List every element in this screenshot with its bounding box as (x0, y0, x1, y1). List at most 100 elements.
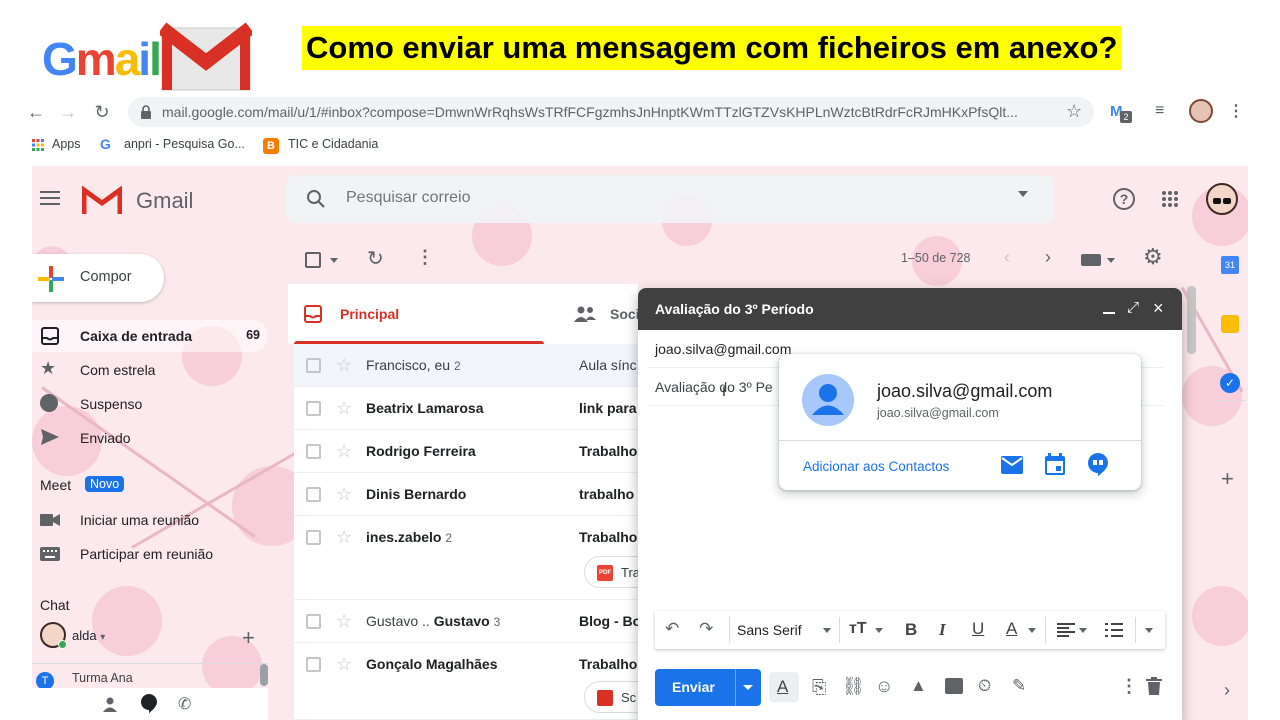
star-icon[interactable]: ☆ (336, 484, 352, 505)
attach-file-icon[interactable]: ⎘ (812, 677, 826, 698)
nav-sent[interactable]: Enviado (32, 422, 268, 454)
select-menu-icon[interactable] (330, 258, 338, 263)
underline-icon[interactable]: U (972, 619, 984, 639)
chat-icon[interactable] (1088, 453, 1108, 477)
search-icon[interactable] (306, 189, 326, 209)
compose-button[interactable]: Compor (32, 254, 164, 302)
bookmark-apps[interactable]: Apps (52, 137, 81, 151)
main-menu-icon[interactable] (40, 190, 60, 206)
reload-icon[interactable]: ↻ (92, 103, 112, 123)
input-tools-menu-icon[interactable] (1107, 258, 1115, 263)
extension-icon[interactable]: M 2 (1110, 101, 1132, 123)
google-apps-icon[interactable] (1161, 190, 1179, 208)
add-to-contacts-link[interactable]: Adicionar aos Contactos (803, 459, 949, 474)
italic-icon[interactable]: I (939, 620, 946, 640)
search-bar[interactable] (286, 175, 1054, 223)
keep-icon[interactable] (1221, 315, 1239, 333)
gmail-wordmark[interactable]: Gmail (136, 188, 193, 214)
refresh-icon[interactable]: ↻ (367, 246, 384, 271)
star-icon[interactable]: ☆ (336, 527, 352, 548)
bold-icon[interactable]: B (905, 620, 917, 640)
row-checkbox[interactable] (306, 487, 321, 502)
more-compose-options-icon[interactable]: ⋮ (1120, 676, 1138, 697)
meet-join-meeting[interactable]: Participar em reunião (32, 538, 268, 570)
row-checkbox[interactable] (306, 401, 321, 416)
tab-social[interactable]: Soci (558, 284, 640, 344)
email-row[interactable]: ☆ Francisco, eu 2 Aula sínc (294, 344, 644, 387)
more-formatting-icon[interactable] (1145, 628, 1153, 633)
forward-icon[interactable]: → (58, 103, 78, 123)
font-family-select[interactable]: Sans Serif (737, 622, 802, 638)
nav-starred[interactable]: ★ Com estrela (32, 354, 268, 386)
media-queue-icon[interactable]: ≡ (1155, 102, 1164, 120)
row-checkbox[interactable] (306, 657, 321, 672)
close-icon[interactable]: × (1153, 298, 1164, 319)
account-avatar[interactable] (1206, 183, 1238, 215)
sidebar-scrollbar[interactable] (260, 664, 268, 686)
subject-field[interactable]: Avaliação do 3º Pe (655, 379, 773, 395)
previous-page-icon[interactable]: ‹ (1004, 247, 1010, 268)
redo-icon[interactable]: ↷ (699, 619, 713, 639)
bookmark-tic[interactable]: TIC e Cidadania (288, 137, 378, 151)
browser-menu-icon[interactable]: ⋮ (1228, 101, 1244, 121)
signature-icon[interactable]: ✎ (1012, 676, 1026, 696)
add-addon-icon[interactable]: + (1221, 466, 1234, 492)
text-color-icon[interactable]: A (1006, 619, 1017, 639)
numbered-list-icon[interactable] (1105, 622, 1123, 638)
email-row[interactable]: ☆ Dinis Bernardo trabalho (294, 473, 644, 516)
select-all-checkbox[interactable] (305, 252, 321, 268)
bookmark-anpri[interactable]: anpri - Pesquisa Go... (124, 137, 245, 151)
list-scrollbar[interactable] (1187, 286, 1196, 354)
insert-link-icon[interactable]: ⛓ (842, 676, 865, 697)
settings-gear-icon[interactable]: ⚙ (1143, 244, 1163, 270)
calendar-event-icon[interactable] (1045, 453, 1065, 475)
compose-header[interactable]: Avaliação do 3º Período ⤢ × (638, 288, 1182, 330)
help-icon[interactable]: ? (1113, 188, 1135, 210)
star-icon[interactable]: ☆ (336, 611, 352, 632)
drive-icon[interactable]: ▲ (910, 676, 927, 696)
row-checkbox[interactable] (306, 444, 321, 459)
search-input[interactable] (346, 189, 946, 207)
chat-user-name[interactable]: alda ▾ (72, 628, 105, 643)
font-size-icon[interactable]: тT (849, 620, 867, 638)
email-row[interactable]: ☆ Gonçalo Magalhães Trabalho Sc (294, 643, 664, 720)
address-bar[interactable]: mail.google.com/mail/u/1/#inbox?compose=… (128, 97, 1094, 127)
expand-panel-icon[interactable]: › (1224, 680, 1230, 701)
email-icon[interactable] (1001, 456, 1023, 474)
new-chat-plus-icon[interactable]: + (242, 625, 255, 651)
gmail-m-icon[interactable] (82, 186, 122, 216)
tasks-icon[interactable]: ✓ (1220, 373, 1240, 393)
tab-primary[interactable]: Principal (288, 284, 544, 344)
search-options-icon[interactable] (1018, 191, 1028, 197)
row-checkbox[interactable] (306, 358, 321, 373)
meet-start-meeting[interactable]: Iniciar uma reunião (32, 504, 268, 536)
nav-inbox[interactable]: Caixa de entrada 69 (32, 320, 268, 352)
calendar-icon[interactable]: 31 (1221, 256, 1239, 274)
next-page-icon[interactable]: › (1045, 247, 1051, 268)
to-field[interactable]: joao.silva@gmail.com (655, 341, 791, 357)
row-checkbox[interactable] (306, 614, 321, 629)
chat-room-name[interactable]: Turma Ana (72, 671, 133, 685)
back-icon[interactable]: ← (26, 103, 46, 123)
formatting-toggle-icon[interactable]: A (769, 672, 799, 702)
star-icon[interactable]: ☆ (336, 654, 352, 675)
star-icon[interactable]: ☆ (336, 398, 352, 419)
email-row[interactable]: ☆ Beatrix Lamarosa link para (294, 387, 644, 430)
email-row[interactable]: ☆ ines.zabelo 2 Trabalho PDF Tra (294, 516, 664, 600)
bookmark-star-icon[interactable]: ☆ (1066, 101, 1082, 122)
send-button[interactable]: Enviar (655, 669, 761, 706)
star-icon[interactable]: ☆ (336, 441, 352, 462)
size-dropdown-icon[interactable] (875, 628, 883, 633)
email-row[interactable]: ☆ Rodrigo Ferreira Trabalho (294, 430, 644, 473)
minimize-icon[interactable] (1103, 312, 1115, 314)
chat-user-avatar[interactable] (40, 622, 67, 649)
align-icon[interactable] (1057, 623, 1075, 637)
discard-draft-icon[interactable] (1146, 677, 1162, 695)
hangouts-icon[interactable] (140, 694, 158, 714)
insert-photo-icon[interactable] (945, 678, 963, 694)
font-dropdown-icon[interactable] (823, 628, 831, 633)
align-dropdown-icon[interactable] (1079, 628, 1087, 633)
profile-avatar[interactable] (1189, 99, 1213, 123)
phone-icon[interactable]: ✆ (178, 694, 191, 714)
contacts-icon[interactable] (102, 696, 118, 712)
